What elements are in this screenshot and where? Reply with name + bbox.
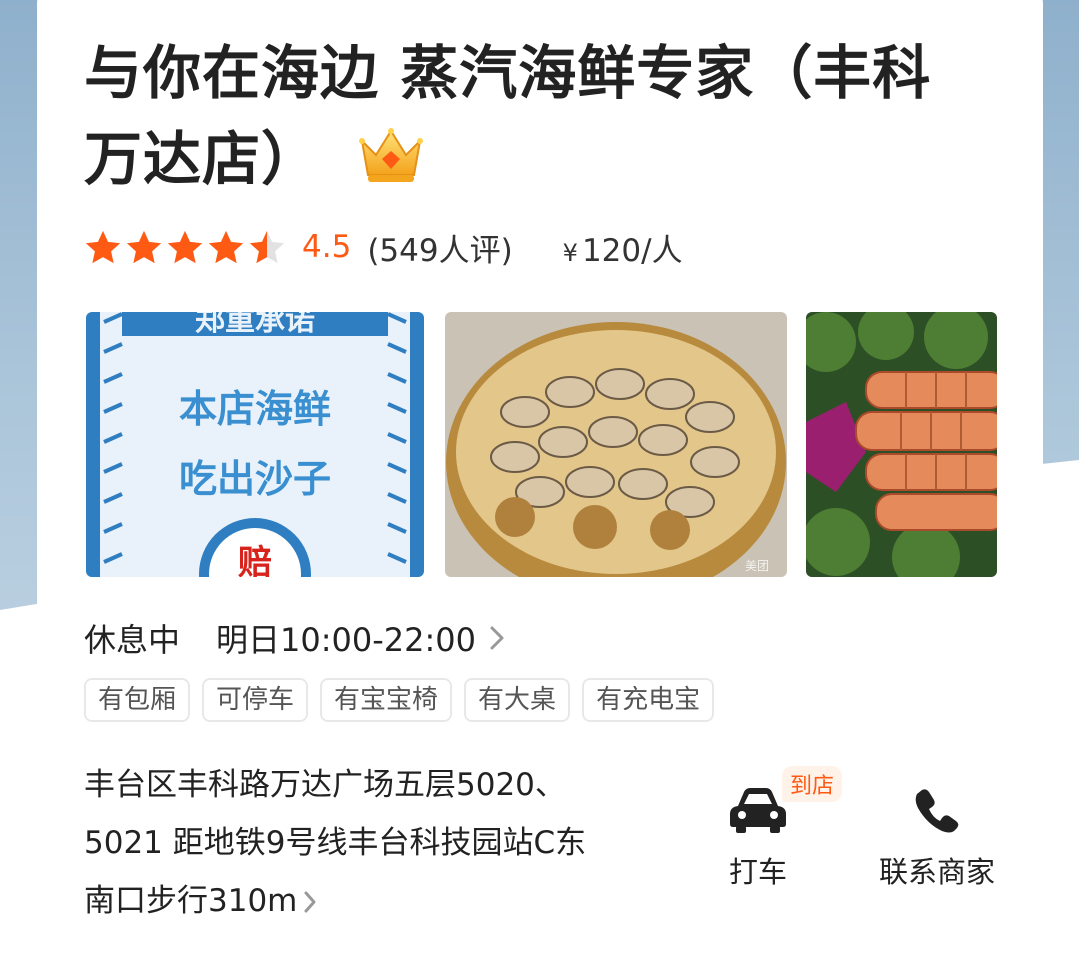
star-icon bbox=[249, 230, 285, 264]
contact-label: 联系商家 bbox=[878, 855, 995, 889]
crown-icon bbox=[358, 122, 424, 182]
review-count[interactable]: (549人评) bbox=[367, 225, 512, 270]
price-value: 120/人 bbox=[581, 232, 683, 269]
address-line-2: 5021 距地铁9号线丰台科技园站C东 bbox=[84, 825, 587, 861]
chevron-right-icon bbox=[304, 891, 316, 913]
poster-stamp: 赔 bbox=[238, 543, 272, 577]
facility-tags: 有包厢 可停车 有宝宝椅 有大桌 有充电宝 bbox=[84, 678, 715, 722]
tag-power-bank: 有充电宝 bbox=[582, 678, 715, 722]
star-icon bbox=[126, 230, 162, 264]
poster-line-2: 吃出沙子 bbox=[179, 456, 331, 501]
star-icon bbox=[85, 230, 121, 264]
svg-text:美团: 美团 bbox=[745, 559, 769, 573]
photo-promo-poster[interactable]: 郑重承诺 本店海鲜 吃出沙子 赔 bbox=[86, 312, 424, 577]
price-symbol: ¥ bbox=[562, 238, 578, 267]
address-line-1: 丰台区丰科路万达广场五层5020、 bbox=[84, 767, 566, 803]
next-open-time: 明日10:00-22:00 bbox=[216, 621, 477, 659]
chevron-right-icon bbox=[490, 626, 504, 650]
average-price: ¥120/人 bbox=[563, 225, 683, 270]
business-hours[interactable]: 休息中 明日10:00-22:00 bbox=[84, 612, 506, 664]
star-rating bbox=[84, 228, 286, 266]
taxi-label: 打车 bbox=[728, 855, 787, 889]
open-status: 休息中 bbox=[84, 621, 181, 659]
rating-score: 4.5 bbox=[302, 229, 352, 265]
shop-address[interactable]: 丰台区丰科路万达广场五层5020、 5021 距地铁9号线丰台科技园站C东 南口… bbox=[84, 756, 674, 930]
star-icon bbox=[167, 230, 203, 264]
poster-heading: 郑重承诺 bbox=[195, 312, 315, 338]
car-icon bbox=[730, 788, 786, 833]
tag-parking: 可停车 bbox=[202, 678, 309, 722]
address-line-3: 南口步行310m bbox=[84, 883, 298, 919]
to-store-badge: 到店 bbox=[782, 766, 843, 802]
shop-title: 与你在海边 蒸汽海鲜专家（丰科万达店） bbox=[84, 30, 984, 202]
tag-large-table: 有大桌 bbox=[464, 678, 571, 722]
phone-icon bbox=[915, 789, 959, 833]
poster-line-1: 本店海鲜 bbox=[179, 386, 331, 431]
shop-name: 与你在海边 蒸汽海鲜专家（丰科万达店） bbox=[84, 39, 932, 193]
tag-private-room: 有包厢 bbox=[84, 678, 191, 722]
photo-steamed-clams[interactable]: 美团 bbox=[445, 312, 787, 577]
star-icon bbox=[208, 230, 244, 264]
photo-mantis-shrimp[interactable] bbox=[806, 312, 997, 577]
tag-baby-chair: 有宝宝椅 bbox=[320, 678, 453, 722]
contact-merchant-button[interactable]: 联系商家 bbox=[874, 786, 1000, 891]
rating-row: 4.5 (549人评) ¥120/人 bbox=[84, 222, 683, 272]
